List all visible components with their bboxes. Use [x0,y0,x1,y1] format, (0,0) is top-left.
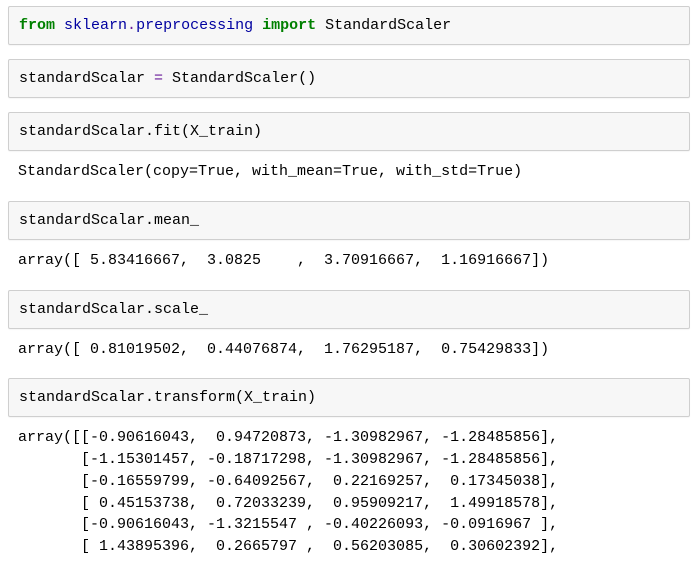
code-cell-fit[interactable]: standardScalar.fit(X_train) [8,112,690,151]
dot-1: . [127,17,136,34]
module-path-1: sklearn [64,17,127,34]
code-cell-scale[interactable]: standardScalar.scale_ [8,290,690,329]
lhs: standardScalar [19,70,154,87]
rhs: StandardScaler() [163,70,316,87]
code-cell-mean[interactable]: standardScalar.mean_ [8,201,690,240]
code-transform: standardScalar.transform(X_train) [19,389,316,406]
keyword-import: import [262,17,316,34]
code-cell-transform[interactable]: standardScalar.transform(X_train) [8,378,690,417]
assign-op: = [154,70,163,87]
code-cell-import[interactable]: from sklearn.preprocessing import Standa… [8,6,690,45]
code-scale: standardScalar.scale_ [19,301,208,318]
output-fit: StandardScaler(copy=True, with_mean=True… [8,153,690,187]
output-transform: array([[-0.90616043, 0.94720873, -1.3098… [8,419,690,562]
code-cell-instantiate[interactable]: standardScalar = StandardScaler() [8,59,690,98]
keyword-from: from [19,17,55,34]
import-name: StandardScaler [316,17,451,34]
module-path-2: preprocessing [136,17,262,34]
code-mean: standardScalar.mean_ [19,212,199,229]
notebook-page: from sklearn.preprocessing import Standa… [0,0,698,562]
code-fit: standardScalar.fit(X_train) [19,123,262,140]
output-mean: array([ 5.83416667, 3.0825 , 3.70916667,… [8,242,690,276]
output-scale: array([ 0.81019502, 0.44076874, 1.762951… [8,331,690,365]
